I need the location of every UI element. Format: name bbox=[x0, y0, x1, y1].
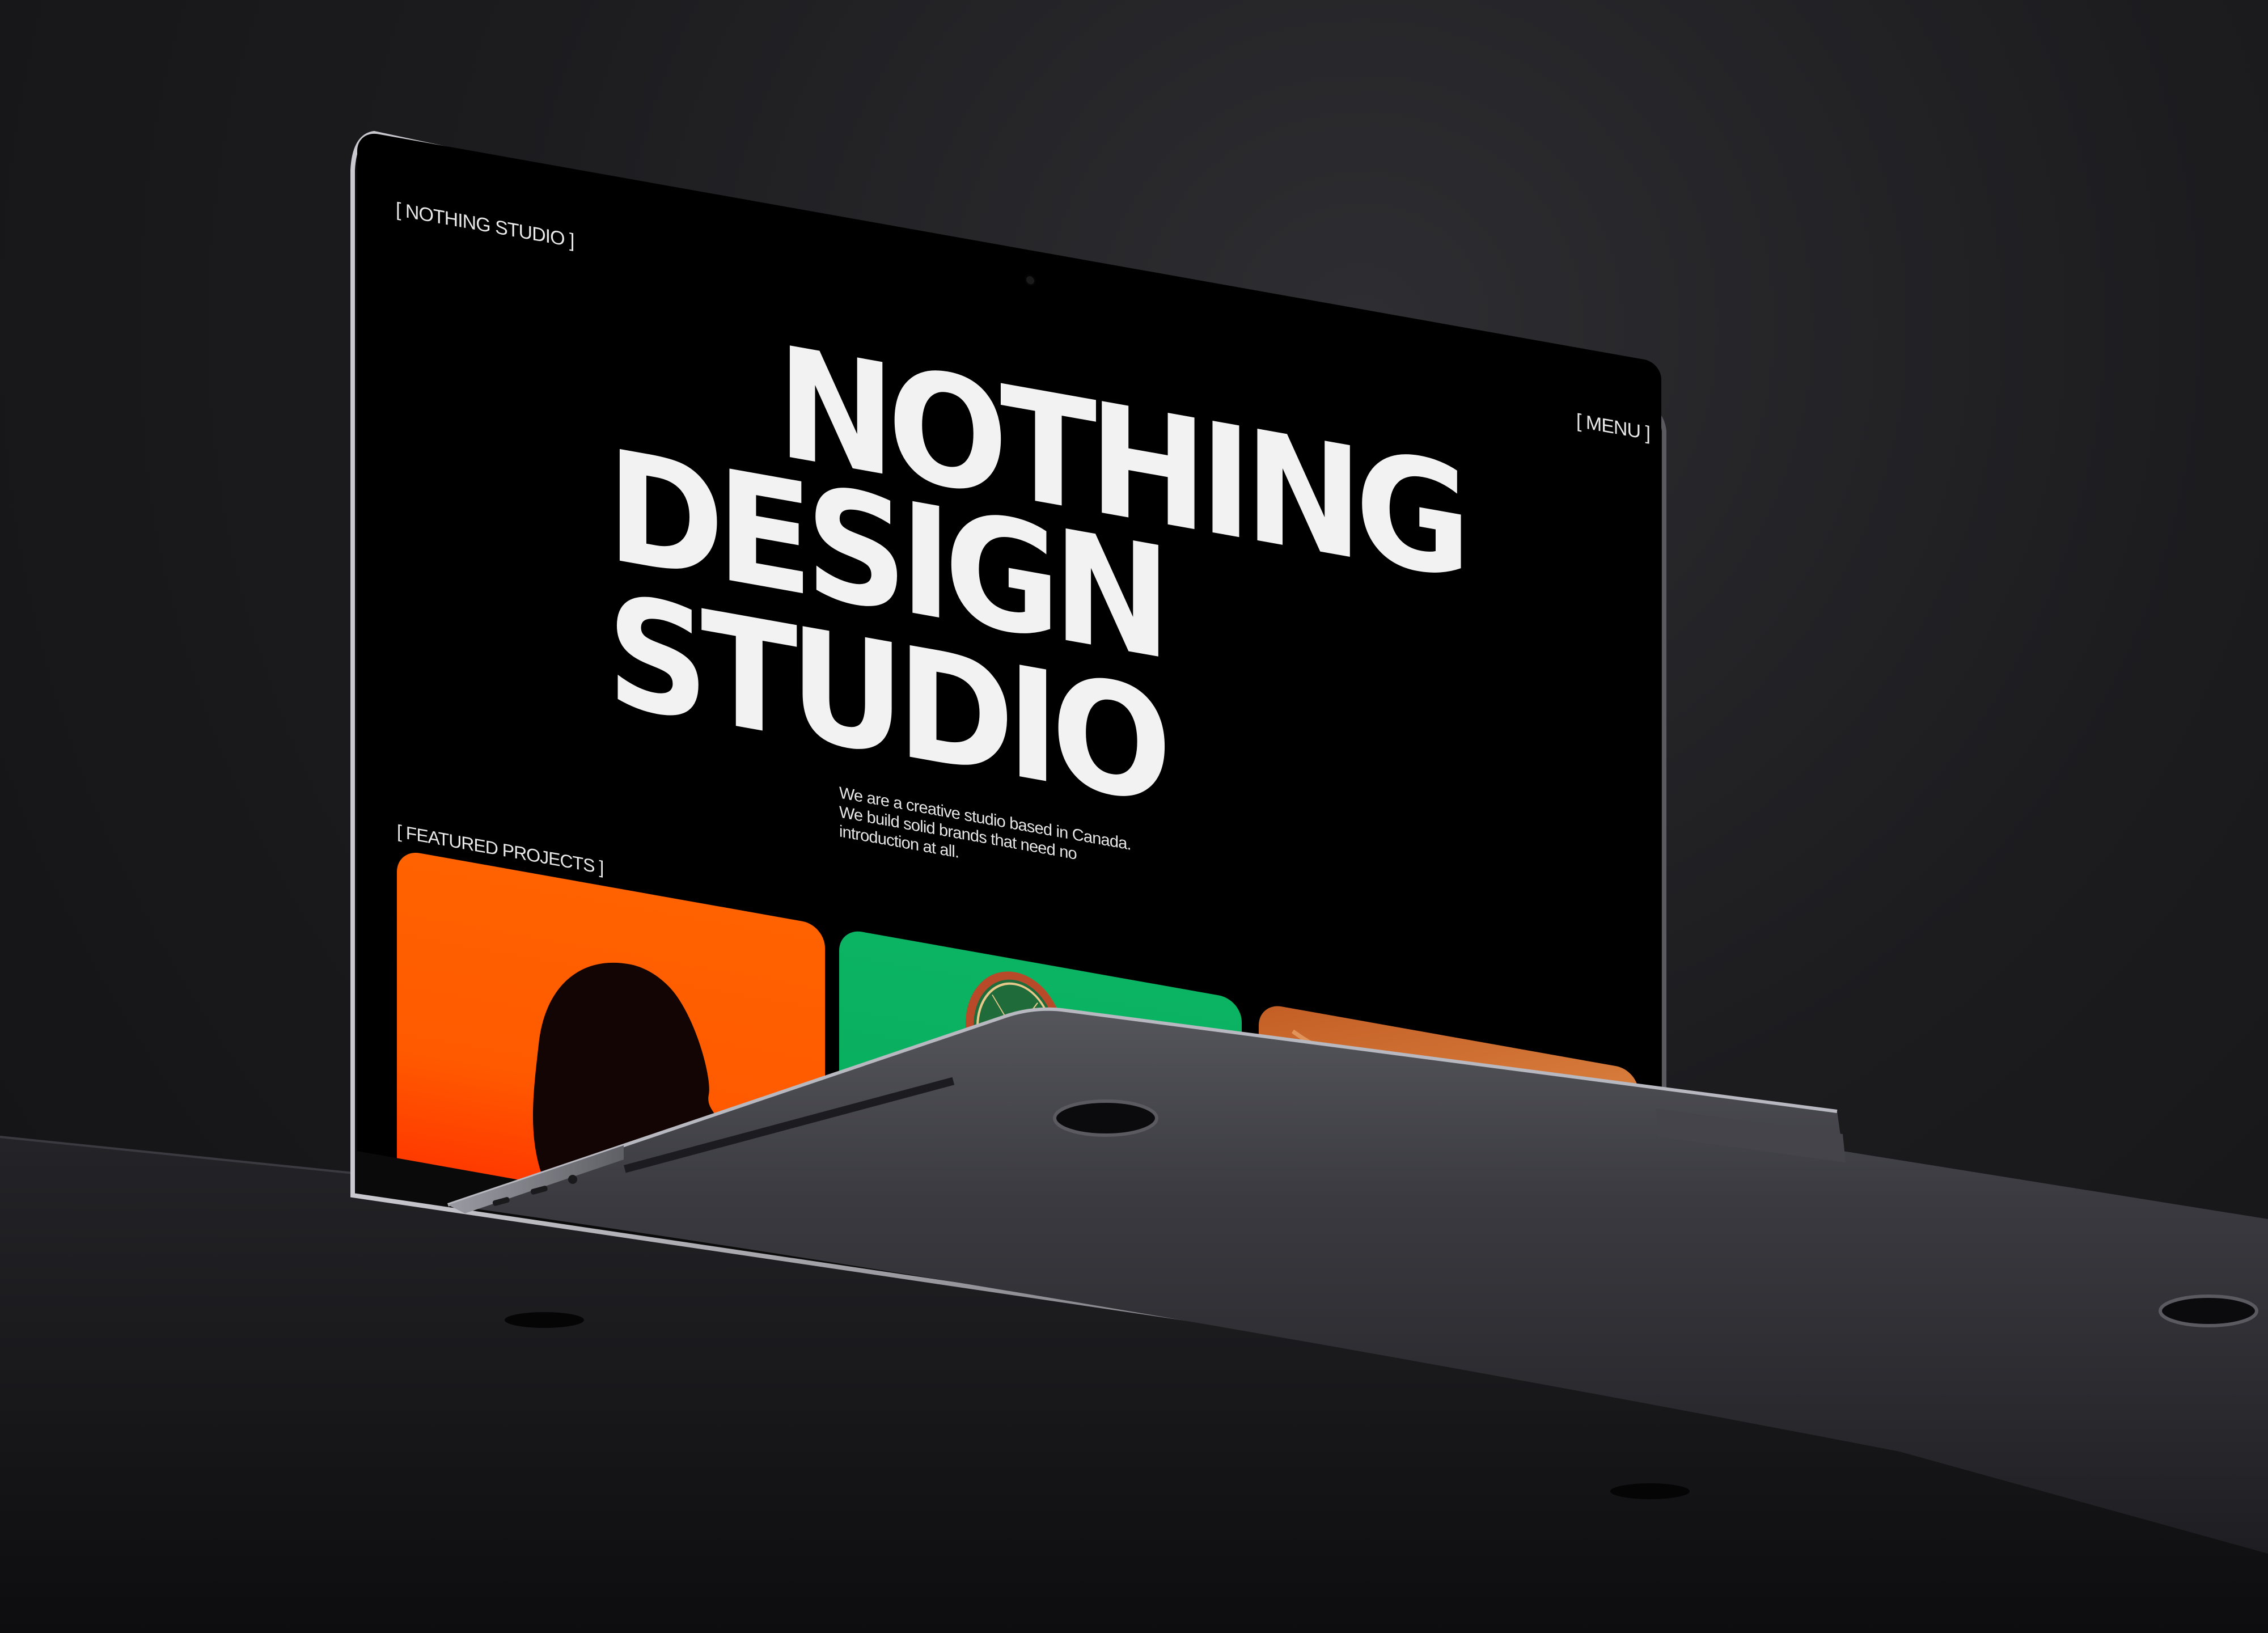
webcam-dot bbox=[1026, 276, 1034, 285]
tennis-racket-image bbox=[966, 971, 1064, 1094]
hero-heading: NOTHING DESIGN STUDIO bbox=[607, 299, 1514, 862]
brand-logo-link[interactable]: [ NOTHING STUDIO ] bbox=[396, 198, 574, 252]
laptop-mockup-scene: [ NOTHING STUDIO ] [ MENU ] [ HIRE US ] … bbox=[0, 0, 2268, 1633]
menu-button[interactable]: [ MENU ] bbox=[1576, 410, 1650, 445]
